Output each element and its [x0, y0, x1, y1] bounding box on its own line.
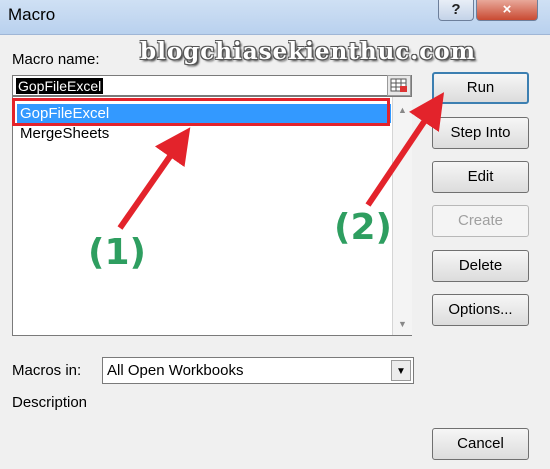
- reference-picker-button[interactable]: [387, 75, 411, 96]
- macros-in-value: All Open Workbooks: [107, 362, 244, 379]
- step-into-button[interactable]: Step Into: [432, 117, 529, 149]
- watermark: blogchiasekienthuc.com: [140, 38, 476, 65]
- step-2-label: (2): [334, 207, 392, 248]
- options-button[interactable]: Options...: [432, 294, 529, 326]
- list-scrollbar[interactable]: ▲ ▼: [392, 97, 412, 335]
- help-icon: ?: [451, 1, 461, 18]
- chevron-down-icon[interactable]: ▼: [391, 360, 411, 381]
- delete-button[interactable]: Delete: [432, 250, 529, 282]
- grid-picker-icon: [390, 78, 407, 92]
- macro-name-value: GopFileExcel: [16, 78, 104, 94]
- list-item[interactable]: MergeSheets: [17, 124, 112, 143]
- cancel-button[interactable]: Cancel: [432, 428, 529, 460]
- step-1-label: (1): [88, 232, 146, 273]
- run-button[interactable]: Run: [432, 72, 529, 104]
- help-button[interactable]: ?: [438, 0, 474, 21]
- create-button: Create: [432, 205, 529, 237]
- close-button[interactable]: ×: [476, 0, 538, 21]
- macros-in-label: Macros in:: [12, 362, 82, 379]
- edit-button[interactable]: Edit: [432, 161, 529, 193]
- window-title: Macro: [8, 5, 56, 24]
- scroll-up-icon[interactable]: ▲: [393, 105, 412, 115]
- description-label: Description: [12, 394, 88, 411]
- close-icon: ×: [502, 1, 512, 18]
- highlight-box: [12, 98, 390, 126]
- title-bar: Macro ? ×: [0, 0, 550, 35]
- macro-name-input[interactable]: GopFileExcel: [12, 75, 412, 96]
- scroll-down-icon[interactable]: ▼: [393, 319, 412, 329]
- macro-name-label: Macro name:: [12, 51, 100, 68]
- macros-in-select[interactable]: All Open Workbooks ▼: [102, 357, 414, 384]
